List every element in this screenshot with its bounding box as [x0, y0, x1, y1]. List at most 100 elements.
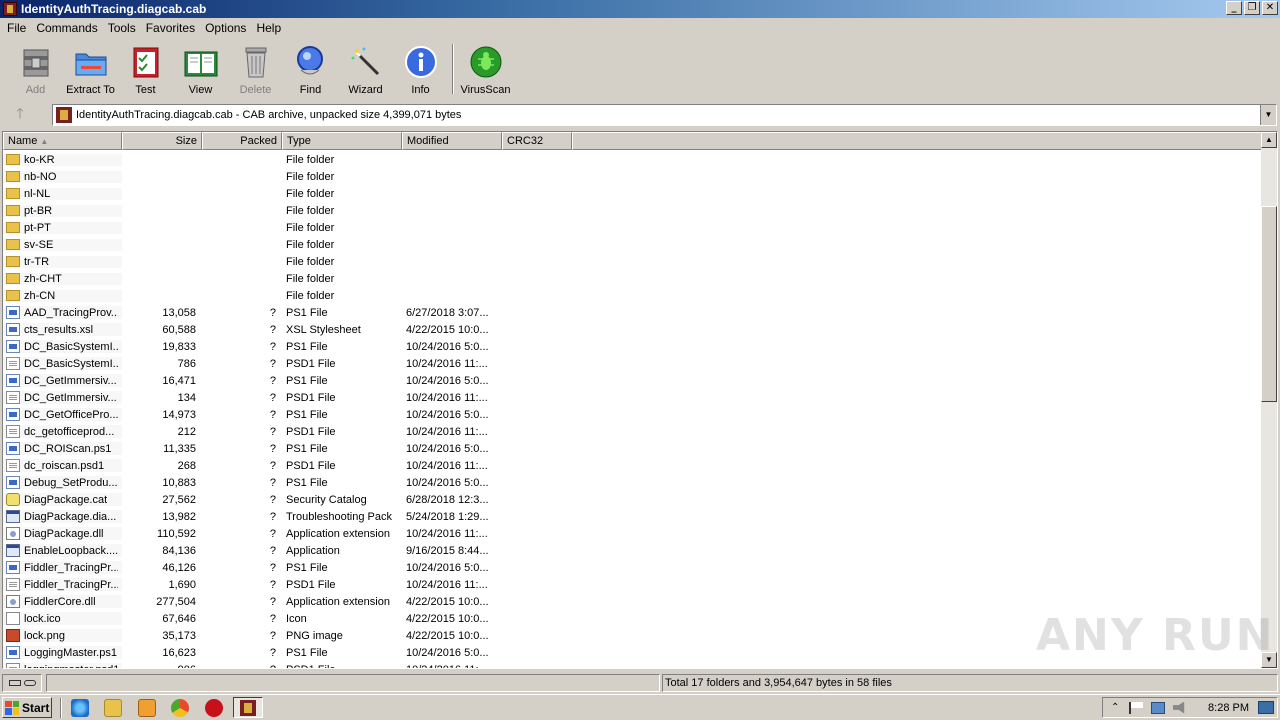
file-name-cell: DC_GetImmersiv...	[3, 391, 122, 404]
table-row[interactable]: tr-TR File folder	[3, 253, 1263, 270]
wizard-button[interactable]: Wizard	[338, 38, 393, 100]
menu-options[interactable]: Options	[200, 21, 251, 35]
column-name[interactable]: Name ▲	[3, 132, 122, 150]
file-name-cell: DC_ROIScan.ps1	[3, 442, 122, 455]
table-row[interactable]: ko-KR File folder	[3, 151, 1263, 168]
action-center-flag-icon[interactable]	[1129, 701, 1143, 714]
menu-tools[interactable]: Tools	[103, 21, 141, 35]
explorer-folder-icon[interactable]	[104, 699, 122, 717]
file-name: EnableLoopback....	[24, 544, 118, 557]
drive-status-icons[interactable]	[2, 674, 42, 692]
chrome-icon[interactable]	[171, 699, 189, 717]
file-packed: ?	[269, 544, 276, 557]
table-row[interactable]: pt-BR File folder	[3, 202, 1263, 219]
folder-icon	[6, 154, 20, 165]
file-name: DC_ROIScan.ps1	[24, 442, 112, 455]
restore-button[interactable]: ❐	[1244, 1, 1260, 15]
table-row[interactable]: Fiddler_TracingPr... 46,126? PS1 File 10/24…	[3, 559, 1263, 576]
vertical-scrollbar[interactable]: ▲ ▼	[1261, 132, 1277, 668]
internet-explorer-icon[interactable]	[71, 699, 89, 717]
table-row[interactable]: DiagPackage.dia... 13,982? Troubleshooting…	[3, 508, 1263, 525]
clock[interactable]: 8:28 PM	[1208, 702, 1249, 714]
column-crc32[interactable]: CRC32	[502, 132, 572, 150]
file-packed: ?	[269, 357, 276, 370]
scroll-thumb[interactable]	[1261, 206, 1277, 402]
key-icon	[23, 680, 36, 686]
menu-commands[interactable]: Commands	[31, 21, 102, 35]
add-button[interactable]: Add	[8, 38, 63, 100]
table-row[interactable]: DC_BasicSystemI... 786? PSD1 File 10/24/201…	[3, 355, 1263, 372]
table-row[interactable]: DC_GetImmersiv... 16,471? PS1 File 10/24/20…	[3, 372, 1263, 389]
table-row[interactable]: cts_results.xsl 60,588? XSL Stylesheet 4/22…	[3, 321, 1263, 338]
up-folder-button[interactable]: 🡑	[0, 104, 40, 126]
menu-help[interactable]: Help	[251, 21, 286, 35]
test-button[interactable]: Test	[118, 38, 173, 100]
file-size: 1,690	[168, 578, 196, 591]
start-button[interactable]: Start	[2, 697, 52, 718]
file-name-cell: dc_roiscan.psd1	[3, 459, 122, 472]
info-button[interactable]: Info	[393, 38, 448, 100]
show-desktop-button[interactable]	[1258, 701, 1274, 714]
table-row[interactable]: pt-PT File folder	[3, 219, 1263, 236]
table-row[interactable]: DC_BasicSystemI... 19,833? PS1 File 10/24/2…	[3, 338, 1263, 355]
table-row[interactable]: sv-SE File folder	[3, 236, 1263, 253]
title-bar[interactable]: IdentityAuthTracing.diagcab.cab _ ❐ ✕	[0, 0, 1280, 18]
file-name-cell: nb-NO	[3, 170, 122, 183]
file-packed: ?	[269, 425, 276, 438]
table-row[interactable]: Debug_SetProdu... 10,883? PS1 File 10/24/20…	[3, 474, 1263, 491]
find-button[interactable]: Find	[283, 38, 338, 100]
column-modified[interactable]: Modified	[402, 132, 502, 150]
column-type[interactable]: Type	[282, 132, 402, 150]
extract-to-button[interactable]: Extract To	[63, 38, 118, 100]
file-type: File folder	[286, 221, 335, 234]
file-modified: 4/22/2015 10:0...	[406, 629, 489, 642]
script-icon	[6, 340, 20, 353]
doc-icon	[6, 578, 20, 591]
virusscan-button[interactable]: VirusScan	[458, 38, 513, 100]
opera-icon[interactable]	[205, 699, 223, 717]
status-summary: Total 17 folders and 3,954,647 bytes in …	[662, 674, 1278, 692]
menu-file[interactable]: File	[2, 21, 31, 35]
minimize-button[interactable]: _	[1226, 1, 1242, 15]
table-row[interactable]: DiagPackage.dll 110,592? Application exten…	[3, 525, 1263, 542]
column-packed[interactable]: Packed	[202, 132, 282, 150]
file-modified: 10/24/2016 11:...	[406, 357, 488, 370]
media-player-icon[interactable]	[138, 699, 156, 717]
tray-expand-icon[interactable]: ⌃	[1111, 702, 1121, 714]
archive-path-field[interactable]: IdentityAuthTracing.diagcab.cab - CAB ar…	[52, 104, 1277, 126]
volume-icon[interactable]	[1173, 701, 1185, 714]
table-row[interactable]: FiddlerCore.dll 277,504? Application exten…	[3, 593, 1263, 610]
table-row[interactable]: AAD_TracingProv... 13,058? PS1 File 6/27/20…	[3, 304, 1263, 321]
table-row[interactable]: DC_GetOfficePro... 14,973? PS1 File 10/24/2…	[3, 406, 1263, 423]
table-row[interactable]: DC_ROIScan.ps1 11,335? PS1 File 10/24/2016 …	[3, 440, 1263, 457]
network-icon[interactable]	[1151, 701, 1165, 714]
file-modified: 10/24/2016 5:0...	[406, 374, 489, 387]
file-type: File folder	[286, 204, 335, 217]
table-row[interactable]: Fiddler_TracingPr... 1,690? PSD1 File 10/24…	[3, 576, 1263, 593]
file-modified: 9/16/2015 8:44...	[406, 544, 489, 557]
table-row[interactable]: EnableLoopback.... 84,136? Application 9/16…	[3, 542, 1263, 559]
delete-button[interactable]: Delete	[228, 38, 283, 100]
file-list[interactable]: Name ▲ Size Packed Type Modified CRC32 k…	[2, 131, 1278, 669]
table-row[interactable]: loggingmaster.psd1 906?PSD1 File10/24/201…	[3, 661, 1263, 668]
table-row[interactable]: zh-CN File folder	[3, 287, 1263, 304]
scroll-up-button[interactable]: ▲	[1261, 132, 1277, 148]
table-row[interactable]: DiagPackage.cat 27,562? Security Catalog 6/…	[3, 491, 1263, 508]
view-button[interactable]: View	[173, 38, 228, 100]
table-row[interactable]: DC_GetImmersiv... 134? PSD1 File 10/24/2016…	[3, 389, 1263, 406]
menu-favorites[interactable]: Favorites	[141, 21, 200, 35]
delete-trash-icon	[245, 47, 266, 78]
file-type: Icon	[286, 612, 307, 625]
table-row[interactable]: nb-NO File folder	[3, 168, 1263, 185]
column-size[interactable]: Size	[122, 132, 202, 150]
table-row[interactable]: dc_getofficeprod... 212? PSD1 File 10/24/20…	[3, 423, 1263, 440]
file-name: Debug_SetProdu...	[24, 476, 118, 489]
close-button[interactable]: ✕	[1262, 1, 1278, 15]
table-row[interactable]: zh-CHT File folder	[3, 270, 1263, 287]
taskbar-winrar-window[interactable]	[233, 697, 263, 718]
file-name-cell: DiagPackage.dll	[3, 527, 122, 540]
table-row[interactable]: dc_roiscan.psd1 268? PSD1 File 10/24/2016 1…	[3, 457, 1263, 474]
table-row[interactable]: nl-NL File folder	[3, 185, 1263, 202]
path-dropdown-button[interactable]: ▼	[1260, 105, 1276, 125]
file-name-cell: nl-NL	[3, 187, 122, 200]
